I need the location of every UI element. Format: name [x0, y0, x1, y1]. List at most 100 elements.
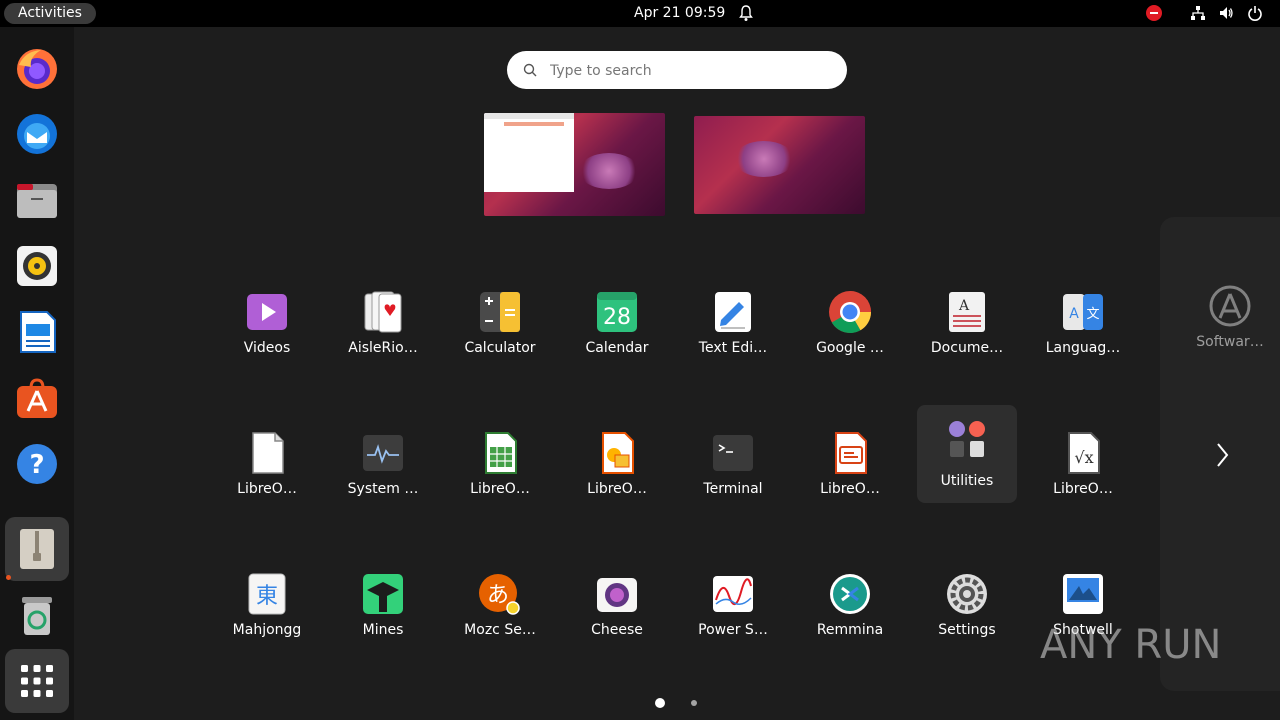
app-label: Terminal: [703, 481, 763, 497]
app-label: Power S…: [698, 622, 768, 638]
app-label: Cheese: [591, 622, 643, 638]
show-apps-button[interactable]: [5, 649, 69, 713]
app-videos[interactable]: Videos: [217, 276, 317, 374]
app-label: Mahjongg: [232, 622, 302, 638]
volume-icon[interactable]: [1218, 5, 1234, 21]
app-libreoffice-calc[interactable]: LibreO…: [450, 417, 550, 515]
utilities-folder-icon: [949, 421, 985, 457]
app-aislerio[interactable]: AisleRio…: [333, 276, 433, 374]
dock-rhythmbox[interactable]: [5, 234, 69, 298]
trash-icon: [22, 597, 52, 635]
svg-text:東: 東: [256, 584, 278, 609]
cards-icon: [364, 291, 402, 333]
app-label: Softwar…: [1196, 334, 1264, 350]
workspace-thumbnail-2[interactable]: [694, 116, 865, 214]
window-thumbnail[interactable]: [484, 113, 574, 192]
app-libreoffice-math[interactable]: √x LibreO…: [1033, 417, 1133, 515]
app-label: Calendar: [585, 340, 649, 356]
app-text-editor[interactable]: Text Edi…: [683, 276, 783, 374]
libreoffice-draw-icon: [602, 432, 634, 474]
svg-text:あ: あ: [487, 583, 509, 608]
system-monitor-icon: [363, 435, 403, 471]
activities-button[interactable]: Activities: [4, 3, 96, 24]
app-label: System …: [347, 481, 419, 497]
thunderbird-icon: [17, 114, 57, 154]
search-input[interactable]: [548, 60, 832, 82]
calculator-icon: [480, 292, 520, 332]
dock-app-center[interactable]: [5, 366, 69, 430]
app-label: Videos: [243, 340, 291, 356]
app-label: LibreO…: [237, 481, 297, 497]
archive-manager-icon: [20, 529, 54, 569]
app-label: AisleRio…: [348, 340, 418, 356]
app-label: Mines: [362, 622, 404, 638]
app-google-chrome[interactable]: Google …: [800, 276, 900, 374]
app-settings[interactable]: Settings: [917, 558, 1017, 656]
app-label: LibreO…: [1053, 481, 1113, 497]
app-calendar[interactable]: 28 Calendar: [567, 276, 667, 374]
search-bar[interactable]: [507, 51, 847, 89]
cheese-icon: [597, 578, 637, 612]
app-document-viewer[interactable]: A Docume…: [917, 276, 1017, 374]
help-icon: ?: [17, 444, 57, 484]
terminal-icon: [713, 435, 753, 471]
app-libreoffice[interactable]: LibreO…: [217, 417, 317, 515]
app-software[interactable]: Softwar…: [1180, 270, 1280, 368]
rhythmbox-icon: [17, 246, 57, 286]
dock-thunderbird[interactable]: [5, 102, 69, 166]
calendar-day: 28: [603, 305, 631, 330]
app-libreoffice-draw[interactable]: LibreO…: [567, 417, 667, 515]
network-icon[interactable]: [1190, 5, 1206, 21]
language-icon: A文: [1063, 294, 1103, 330]
dock-trash[interactable]: [5, 583, 69, 647]
page-indicator-2[interactable]: [691, 700, 697, 706]
clock[interactable]: Apr 21 09:59: [634, 3, 725, 24]
app-language[interactable]: A文 Languag…: [1033, 276, 1133, 374]
app-mines[interactable]: Mines: [333, 558, 433, 656]
app-cheese[interactable]: Cheese: [567, 558, 667, 656]
mahjongg-icon: 東: [248, 573, 286, 615]
videos-icon: [247, 294, 287, 330]
svg-text:文: 文: [1086, 307, 1099, 322]
app-label: LibreO…: [470, 481, 530, 497]
chevron-right-icon[interactable]: [1212, 440, 1232, 470]
app-mahjongg[interactable]: 東 Mahjongg: [217, 558, 317, 656]
power-statistics-icon: [713, 576, 753, 612]
app-remmina[interactable]: Remmina: [800, 558, 900, 656]
stop-icon[interactable]: [1146, 5, 1162, 21]
dock-archive-manager[interactable]: [5, 517, 69, 581]
show-apps-icon: [21, 665, 53, 697]
app-label: Settings: [938, 622, 996, 638]
power-icon[interactable]: [1247, 5, 1263, 21]
folder-utilities[interactable]: Utilities: [917, 405, 1017, 503]
app-terminal[interactable]: Terminal: [683, 417, 783, 515]
dock-help[interactable]: ?: [5, 432, 69, 496]
app-system-monitor[interactable]: System …: [333, 417, 433, 515]
libreoffice-icon: [252, 432, 284, 474]
dock-libreoffice-writer[interactable]: [5, 300, 69, 364]
libreoffice-impress-icon: [835, 432, 867, 474]
libreoffice-calc-icon: [485, 432, 517, 474]
svg-text:A: A: [1069, 306, 1079, 322]
calendar-icon: 28: [597, 292, 637, 332]
app-power-statistics[interactable]: Power S…: [683, 558, 783, 656]
mines-icon: [363, 574, 403, 614]
app-libreoffice-impress[interactable]: LibreO…: [800, 417, 900, 515]
page-indicator-1[interactable]: [655, 698, 665, 708]
chrome-icon: [829, 291, 871, 334]
app-label: Remmina: [816, 622, 884, 638]
app-center-icon: [17, 378, 57, 418]
text-editor-icon: [715, 292, 751, 332]
svg-text:A: A: [958, 298, 970, 314]
search-icon: [523, 63, 537, 77]
bell-icon[interactable]: [738, 4, 754, 22]
software-icon: [1209, 285, 1251, 327]
workspace-thumbnail-1[interactable]: [484, 113, 665, 216]
anyrun-watermark: ANY RUN: [1040, 622, 1221, 668]
app-mozc[interactable]: あ Mozc Se…: [450, 558, 550, 656]
app-calculator[interactable]: Calculator: [450, 276, 550, 374]
dock-firefox[interactable]: [5, 37, 69, 101]
document-viewer-icon: A: [949, 292, 985, 332]
dock-files[interactable]: [5, 168, 69, 232]
svg-text:√x: √x: [1074, 448, 1093, 467]
